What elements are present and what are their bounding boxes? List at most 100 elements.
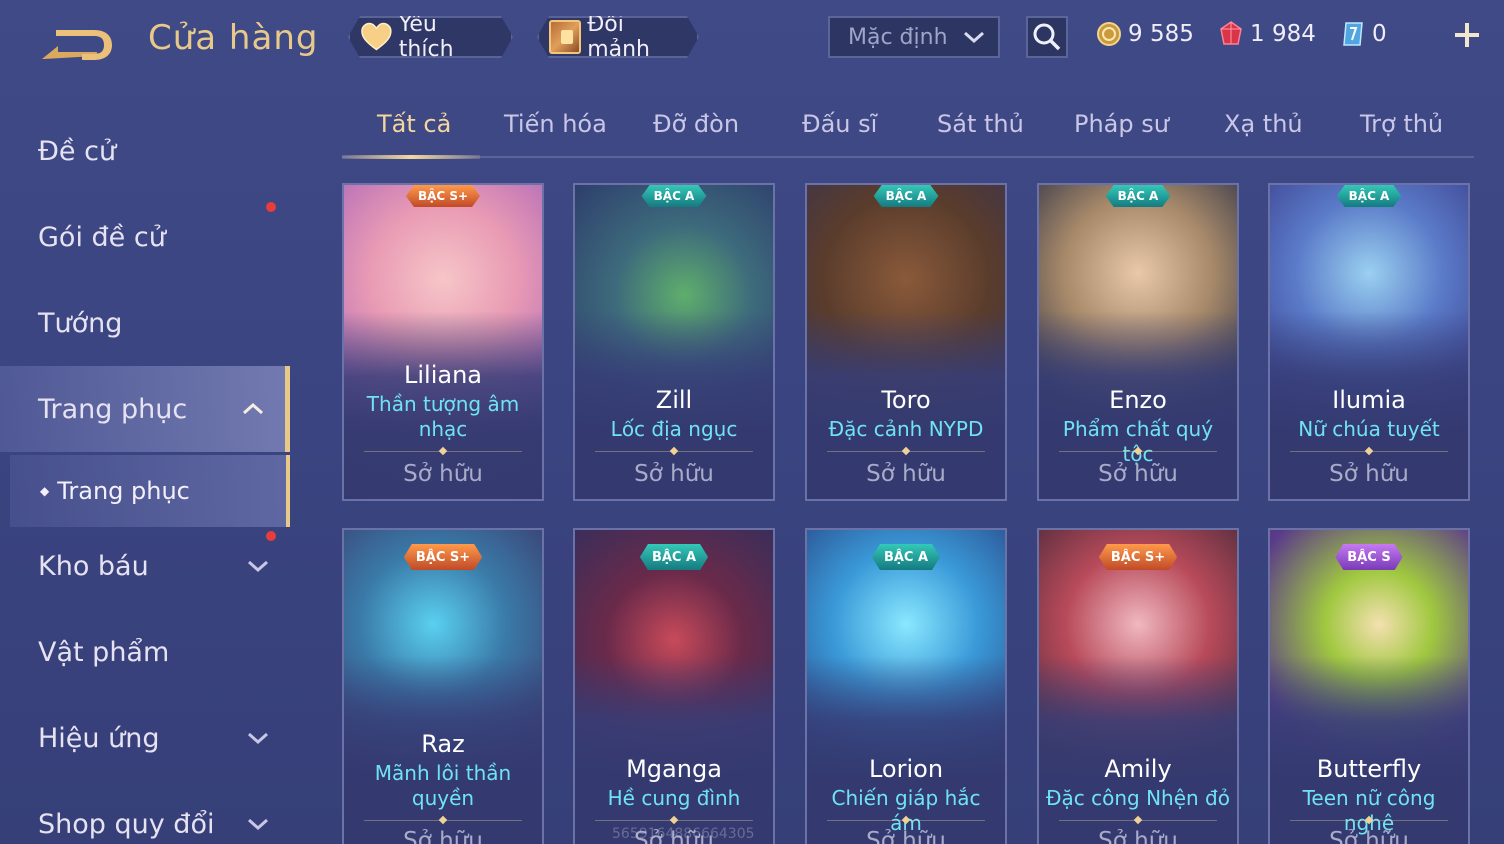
tab-mage[interactable]: Pháp sư — [1074, 110, 1169, 138]
rank-badge: BẬC A — [1337, 185, 1402, 207]
rank-badge: BẬC A — [874, 185, 939, 207]
owned-status: Sở hữu — [403, 461, 483, 487]
tab-tank[interactable]: Đỡ đòn — [653, 110, 739, 138]
sidebar-item-effects[interactable]: Hiệu ứng — [0, 695, 290, 781]
ruby-voucher-icon — [1220, 21, 1242, 45]
skin-name: Hề cung đình — [607, 786, 741, 810]
sidebar-subitem-label: Trang phục — [57, 477, 190, 505]
sidebar-item-label: Tướng — [38, 307, 123, 339]
hero-name: Toro — [881, 386, 931, 414]
owned-status: Sở hữu — [1329, 828, 1409, 844]
sort-dropdown[interactable]: Mặc định — [828, 16, 1000, 58]
hero-name: Lorion — [868, 755, 944, 783]
tab-all[interactable]: Tất cả — [377, 110, 451, 138]
exchange-fragments-button[interactable]: Đổi mảnh — [537, 16, 699, 58]
sidebar-item-label: Kho báu — [38, 550, 149, 582]
search-button[interactable] — [1026, 16, 1068, 58]
owned-status: Sở hữu — [866, 461, 946, 487]
tab-assassin[interactable]: Sát thủ — [937, 110, 1024, 138]
sidebar-item-treasure[interactable]: Kho báu — [0, 523, 290, 609]
skin-card[interactable]: BẬC S Butterfly Teen nữ công nghệ Sở hữu — [1268, 528, 1470, 844]
gold-coin-icon — [1097, 22, 1121, 46]
owned-divider — [364, 451, 522, 452]
hero-name: Ilumia — [1332, 386, 1406, 414]
rank-badge: BẬC A — [642, 185, 707, 207]
crystal-card-icon — [1343, 22, 1363, 46]
chevron-down-icon — [248, 732, 268, 745]
back-arrow-icon[interactable] — [36, 22, 116, 64]
sidebar-item-featured[interactable]: Đề cử — [0, 108, 290, 194]
tab-label: Đỡ đòn — [653, 110, 740, 138]
search-icon — [1033, 23, 1061, 51]
skin-name: Mãnh lôi thần quyền — [374, 761, 512, 810]
tab-label: Tất cả — [377, 110, 452, 138]
sort-value: Mặc định — [848, 24, 948, 50]
owned-status: Sở hữu — [1329, 461, 1409, 487]
skin-card[interactable]: BẬC S+ Liliana Thần tượng âm nhạc Sở hữu — [342, 183, 544, 501]
top-bar: Cửa hàng Yêu thích Đổi mảnh Mặc định 9 5… — [0, 0, 1504, 80]
heart-icon — [360, 22, 393, 52]
sidebar-item-featured-packs[interactable]: Gói đề cử — [0, 194, 290, 280]
hero-name: Mganga — [626, 755, 722, 783]
sidebar-item-items[interactable]: Vật phẩm — [0, 609, 290, 695]
bullet-diamond-icon: ◆ — [40, 484, 50, 498]
owned-divider — [595, 820, 753, 821]
sidebar: Đề cử Gói đề cử Tướng Trang phục ◆ Trang… — [0, 100, 290, 844]
skin-name: Lốc địa ngục — [610, 417, 738, 441]
owned-divider — [827, 820, 985, 821]
gold-amount: 9 585 — [1128, 21, 1194, 47]
skin-name: Đặc cảnh NYPD — [828, 417, 984, 441]
sidebar-item-exchange-shop[interactable]: Shop quy đổi — [0, 781, 290, 844]
role-tabs: Tất cả Tiến hóa Đỡ đòn Đấu sĩ Sát thủ Ph… — [342, 100, 1474, 159]
sidebar-item-label: Gói đề cử — [38, 221, 166, 253]
skin-card[interactable]: BẬC S+ Raz Mãnh lôi thần quyền Sở hữu — [342, 528, 544, 844]
page-title: Cửa hàng — [148, 18, 319, 58]
plus-icon[interactable] — [1452, 20, 1482, 50]
tab-fighter[interactable]: Đấu sĩ — [802, 110, 877, 138]
chevron-down-icon — [964, 31, 984, 44]
tab-marksman[interactable]: Xạ thủ — [1224, 110, 1303, 138]
favorite-label: Yêu thích — [398, 12, 454, 62]
owned-status: Sở hữu — [1098, 461, 1178, 487]
owned-divider — [827, 451, 985, 452]
notification-dot — [266, 202, 276, 212]
watermark: 5659164886664305 — [612, 826, 755, 842]
tab-support[interactable]: Trợ thủ — [1360, 110, 1443, 138]
tab-label: Đấu sĩ — [802, 110, 878, 138]
owned-divider — [1059, 820, 1217, 821]
hero-name: Zill — [655, 386, 693, 414]
skin-card[interactable]: BẬC A Zill Lốc địa ngục Sở hữu — [573, 183, 775, 501]
skin-name: Đặc công Nhện đỏ — [1046, 786, 1230, 810]
sidebar-subitem-skins[interactable]: ◆ Trang phục — [10, 455, 290, 527]
tab-evolution[interactable]: Tiến hóa — [504, 110, 607, 138]
chevron-up-icon — [243, 402, 263, 415]
rank-badge: BẬC A — [872, 544, 940, 570]
exchange-label: Đổi mảnh — [587, 12, 651, 62]
sidebar-item-skins[interactable]: Trang phục — [0, 366, 290, 452]
rank-badge: BẬC A — [640, 544, 708, 570]
hero-name: Amily — [1104, 755, 1172, 783]
rank-badge: BẬC A — [1106, 185, 1171, 207]
skin-card[interactable]: BẬC A Lorion Chiến giáp hắc ám Sở hữu — [805, 528, 1007, 844]
favorite-button[interactable]: Yêu thích — [348, 16, 513, 58]
skin-card[interactable]: BẬC S+ Amily Đặc công Nhện đỏ Sở hữu — [1037, 528, 1239, 844]
tab-label: Pháp sư — [1074, 110, 1169, 138]
sidebar-item-label: Shop quy đổi — [38, 808, 215, 840]
owned-status: Sở hữu — [1098, 828, 1178, 844]
sidebar-item-label: Đề cử — [38, 135, 117, 167]
owned-status: Sở hữu — [866, 828, 946, 844]
skin-card[interactable]: BẬC A Ilumia Nữ chúa tuyết Sở hữu — [1268, 183, 1470, 501]
sidebar-item-heroes[interactable]: Tướng — [0, 280, 290, 366]
owned-divider — [1290, 451, 1448, 452]
gold-currency: 9 585 — [1096, 18, 1194, 50]
skin-card[interactable]: BẬC A Toro Đặc cảnh NYPD Sở hữu — [805, 183, 1007, 501]
skin-card[interactable]: BẬC A Enzo Phẩm chất quý tộc Sở hữu — [1037, 183, 1239, 501]
owned-status: Sở hữu — [403, 828, 483, 844]
tab-label: Tiến hóa — [504, 110, 607, 138]
hero-name: Enzo — [1109, 386, 1167, 414]
rank-badge: BẬC S+ — [1099, 544, 1177, 570]
sidebar-item-label: Hiệu ứng — [38, 722, 160, 754]
skin-name: Nữ chúa tuyết — [1298, 417, 1440, 441]
active-tab-indicator — [342, 155, 480, 159]
skin-card[interactable]: BẬC A Mganga Hề cung đình Sở hữu — [573, 528, 775, 844]
